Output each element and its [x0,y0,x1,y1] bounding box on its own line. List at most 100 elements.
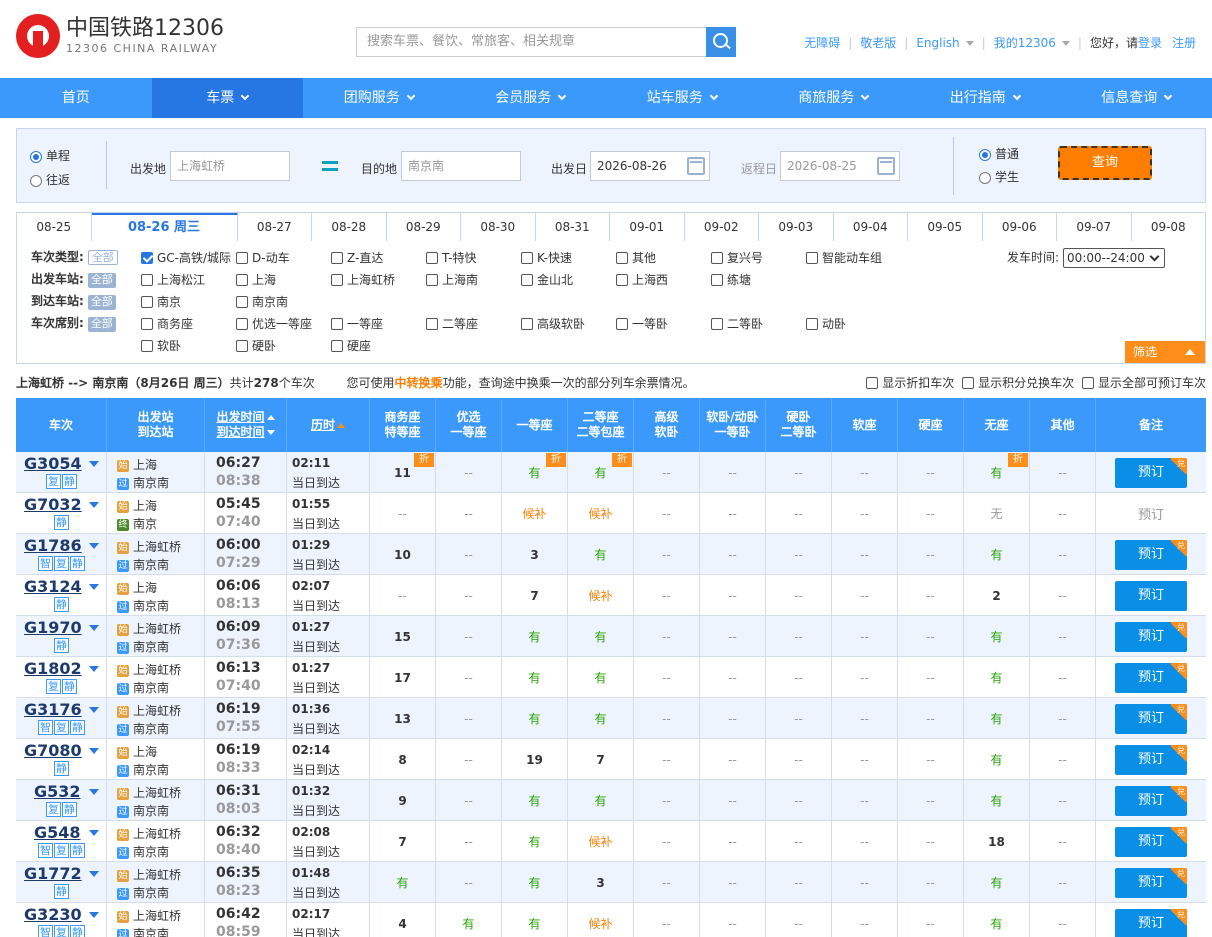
from-station[interactable]: 始上海虹桥 [117,538,181,555]
roundtrip-radio[interactable]: 往返 [30,171,70,188]
from-station[interactable]: 始上海 [117,497,157,514]
type-checkbox-other[interactable]: 其他 [616,249,656,266]
calendar-icon[interactable] [877,157,895,175]
to-station[interactable]: 过南京南 [117,884,169,901]
chevron-down-icon[interactable] [89,789,99,795]
chevron-down-icon[interactable] [89,830,99,836]
train-number-link[interactable]: G3230 [24,905,82,924]
chevron-down-icon[interactable] [89,625,99,631]
type-checkbox-fuxing[interactable]: 复兴号 [711,249,763,266]
english-link[interactable]: English [916,36,974,50]
nav-business[interactable]: 商旅服务 [758,78,910,118]
seat-checkbox[interactable]: 软卧 [141,337,181,354]
from-station[interactable]: 始上海 [117,743,157,760]
train-number-link[interactable]: G7080 [24,741,82,760]
from-station[interactable]: 始上海虹桥 [117,907,181,924]
date-tab[interactable]: 08-30 [461,213,536,241]
date-tab[interactable]: 09-05 [908,213,983,241]
to-station-input[interactable]: 南京南 [401,151,521,181]
swap-icon[interactable] [322,159,340,173]
chevron-down-icon[interactable] [89,707,99,713]
sort-up-icon[interactable] [266,415,275,420]
sort-down-icon[interactable] [266,430,275,435]
nav-info[interactable]: 信息查询 [1061,78,1212,118]
from-station-checkbox[interactable]: 金山北 [521,271,573,288]
chevron-down-icon[interactable] [89,666,99,672]
date-tab[interactable]: 09-06 [983,213,1057,241]
chevron-down-icon[interactable] [89,871,99,877]
from-station-checkbox[interactable]: 上海 [236,271,276,288]
from-station-checkbox[interactable]: 练塘 [711,271,751,288]
to-station[interactable]: 终南京 [117,515,157,532]
from-station[interactable]: 始上海 [117,579,157,596]
book-button[interactable]: 预订 兑 [1115,826,1187,857]
to-station[interactable]: 过南京南 [117,474,169,491]
logo[interactable]: 中国铁路12306 12306 CHINA RAILWAY [16,14,224,58]
from-station-checkbox[interactable]: 上海松江 [141,271,205,288]
train-number-link[interactable]: G1772 [24,864,82,883]
screen-toggle-button[interactable]: 筛选 [1125,341,1205,363]
show-points-checkbox[interactable]: 显示积分兑换车次 [962,376,1074,390]
to-station[interactable]: 过南京南 [117,925,169,937]
nav-home[interactable]: 首页 [0,78,152,118]
elder-link[interactable]: 敬老版 [860,34,896,51]
col-stations[interactable]: 出发站 到达站 [107,398,205,452]
nav-guide[interactable]: 出行指南 [909,78,1061,118]
date-tab[interactable]: 09-03 [759,213,834,241]
book-button[interactable]: 预订 兑 [1115,867,1187,898]
from-station[interactable]: 始上海虹桥 [117,825,181,842]
chevron-down-icon[interactable] [89,912,99,918]
train-number-link[interactable]: G3176 [24,700,82,719]
nav-station[interactable]: 站车服务 [606,78,758,118]
from-station-checkbox[interactable]: 上海虹桥 [331,271,395,288]
calendar-icon[interactable] [687,157,705,175]
train-number-link[interactable]: G532 [34,782,81,801]
book-button[interactable]: 预订 兑 [1115,457,1187,488]
col-duration[interactable]: 历时 [287,398,370,452]
train-number-link[interactable]: G1970 [24,618,82,637]
book-button[interactable]: 预订 兑 [1115,621,1187,652]
from-station[interactable]: 始上海虹桥 [117,866,181,883]
seat-checkbox[interactable]: 一等卧 [616,315,668,332]
chevron-down-icon[interactable] [89,461,99,467]
date-tab[interactable]: 09-02 [685,213,759,241]
chevron-down-icon[interactable] [89,543,99,549]
to-station-checkbox[interactable]: 南京南 [236,293,288,310]
seat-checkbox[interactable]: 硬座 [331,337,371,354]
to-station[interactable]: 过南京南 [117,761,169,778]
to-station[interactable]: 过南京南 [117,802,169,819]
sort-up-icon[interactable] [337,422,345,428]
seat-checkbox[interactable]: 高级软卧 [521,315,585,332]
date-tab[interactable]: 09-08 [1132,213,1206,241]
date-tab[interactable]: 09-04 [834,213,908,241]
register-link[interactable]: 注册 [1172,34,1196,51]
return-date-input[interactable]: 2026-08-25 [780,151,900,181]
date-tab[interactable]: 08-31 [536,213,610,241]
date-tab[interactable]: 09-01 [610,213,685,241]
type-all-button[interactable]: 全部 [87,250,118,265]
book-button[interactable]: 预订 兑 [1115,744,1187,775]
book-button[interactable]: 预订 兑 [1115,785,1187,816]
query-button[interactable]: 查询 [1058,146,1152,180]
train-number-link[interactable]: G3124 [24,577,82,596]
search-icon[interactable] [706,27,736,57]
train-number-link[interactable]: G548 [34,823,81,842]
nav-group[interactable]: 团购服务 [303,78,455,118]
book-button[interactable]: 预订 兑 [1115,703,1187,734]
book-button[interactable]: 预订 兑 [1115,908,1187,937]
from-station-input[interactable]: 上海虹桥 [170,151,290,181]
departure-time-select[interactable]: 00:00--24:00 [1063,248,1166,268]
seat-checkbox[interactable]: 一等座 [331,315,383,332]
date-tab[interactable]: 09-07 [1057,213,1132,241]
from-station[interactable]: 始上海虹桥 [117,702,181,719]
from-station[interactable]: 始上海虹桥 [117,661,181,678]
to-station[interactable]: 过南京南 [117,843,169,860]
from-all-button[interactable]: 全部 [87,273,116,288]
chevron-down-icon[interactable] [89,748,99,754]
search-input[interactable]: 搜索车票、餐饮、常旅客、相关规章 [356,27,706,57]
student-radio[interactable]: 学生 [979,168,1019,185]
train-number-link[interactable]: G1802 [24,659,82,678]
to-station[interactable]: 过南京南 [117,679,169,696]
to-station[interactable]: 过南京南 [117,720,169,737]
col-times[interactable]: 出发时间 到达时间 [205,398,287,452]
